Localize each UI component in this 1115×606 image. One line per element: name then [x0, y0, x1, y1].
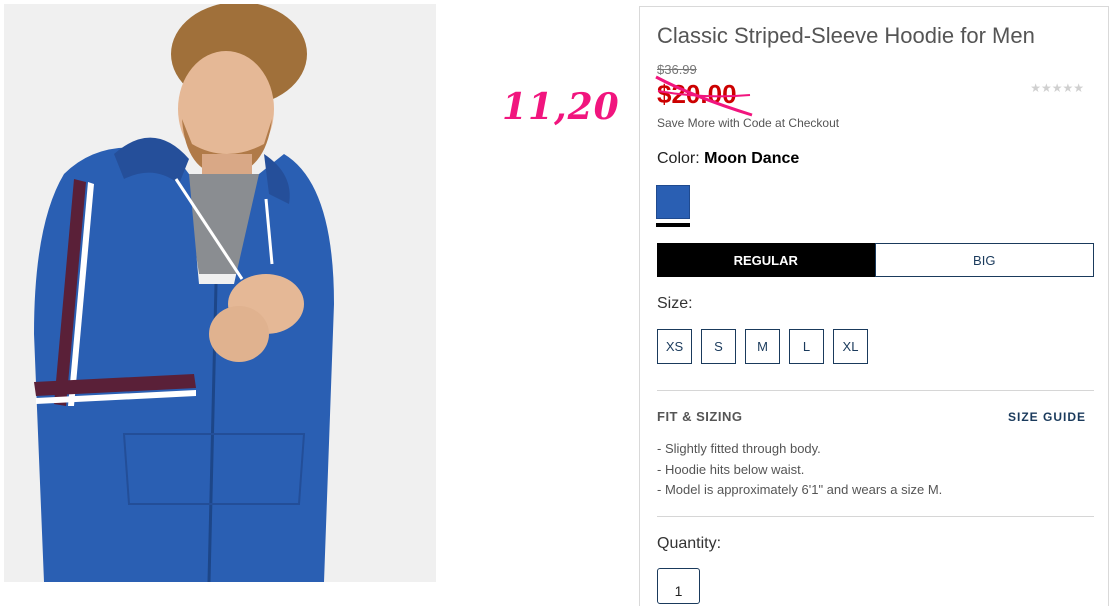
size-button-m[interactable]: M: [745, 329, 780, 364]
fit-bullet: - Hoodie hits below waist.: [657, 461, 805, 477]
size-guide-link[interactable]: SIZE GUIDE: [1008, 410, 1086, 424]
sale-price: $20.00: [657, 79, 737, 109]
handwritten-price-annotation: 11,20: [502, 86, 620, 128]
color-value: Moon Dance: [704, 150, 800, 167]
size-button-xl[interactable]: XL: [833, 329, 868, 364]
promo-text: Save More with Code at Checkout: [657, 116, 840, 130]
size-label: Size:: [657, 295, 693, 312]
fit-regular-button[interactable]: REGULAR: [657, 243, 875, 277]
fit-big-button[interactable]: BIG: [874, 243, 1094, 277]
original-price: $36.99: [657, 62, 697, 77]
quantity-select[interactable]: 1: [657, 568, 700, 604]
divider: [657, 516, 1094, 517]
divider: [657, 390, 1094, 391]
fit-toggle: REGULAR BIG: [657, 243, 1094, 277]
size-button-s[interactable]: S: [701, 329, 736, 364]
size-button-xs[interactable]: XS: [657, 329, 692, 364]
fit-bullet: - Model is approximately 6'1" and wears …: [657, 482, 943, 497]
model-hoodie-illustration: [4, 4, 436, 582]
swatch-selected-indicator: [656, 223, 690, 227]
product-details-panel: Classic Striped-Sleeve Hoodie for Men $3…: [639, 6, 1109, 606]
fit-bullet: - Slightly fitted through body.: [657, 441, 821, 456]
rating-stars[interactable]: ★★★★★: [1030, 81, 1084, 95]
product-title: Classic Striped-Sleeve Hoodie for Men: [657, 23, 1035, 48]
fit-bullet-list: - Slightly fitted through body. - Hoodie…: [657, 441, 942, 503]
size-button-l[interactable]: L: [789, 329, 824, 364]
color-row: Color: Moon Dance: [657, 150, 799, 168]
color-label: Color:: [657, 150, 700, 167]
quantity-label: Quantity:: [657, 535, 722, 552]
product-image: [4, 4, 436, 582]
size-options: XS S M L XL: [657, 329, 868, 364]
color-swatch-moon-dance[interactable]: [656, 185, 690, 219]
fit-sizing-title[interactable]: FIT & SIZING: [657, 409, 742, 424]
